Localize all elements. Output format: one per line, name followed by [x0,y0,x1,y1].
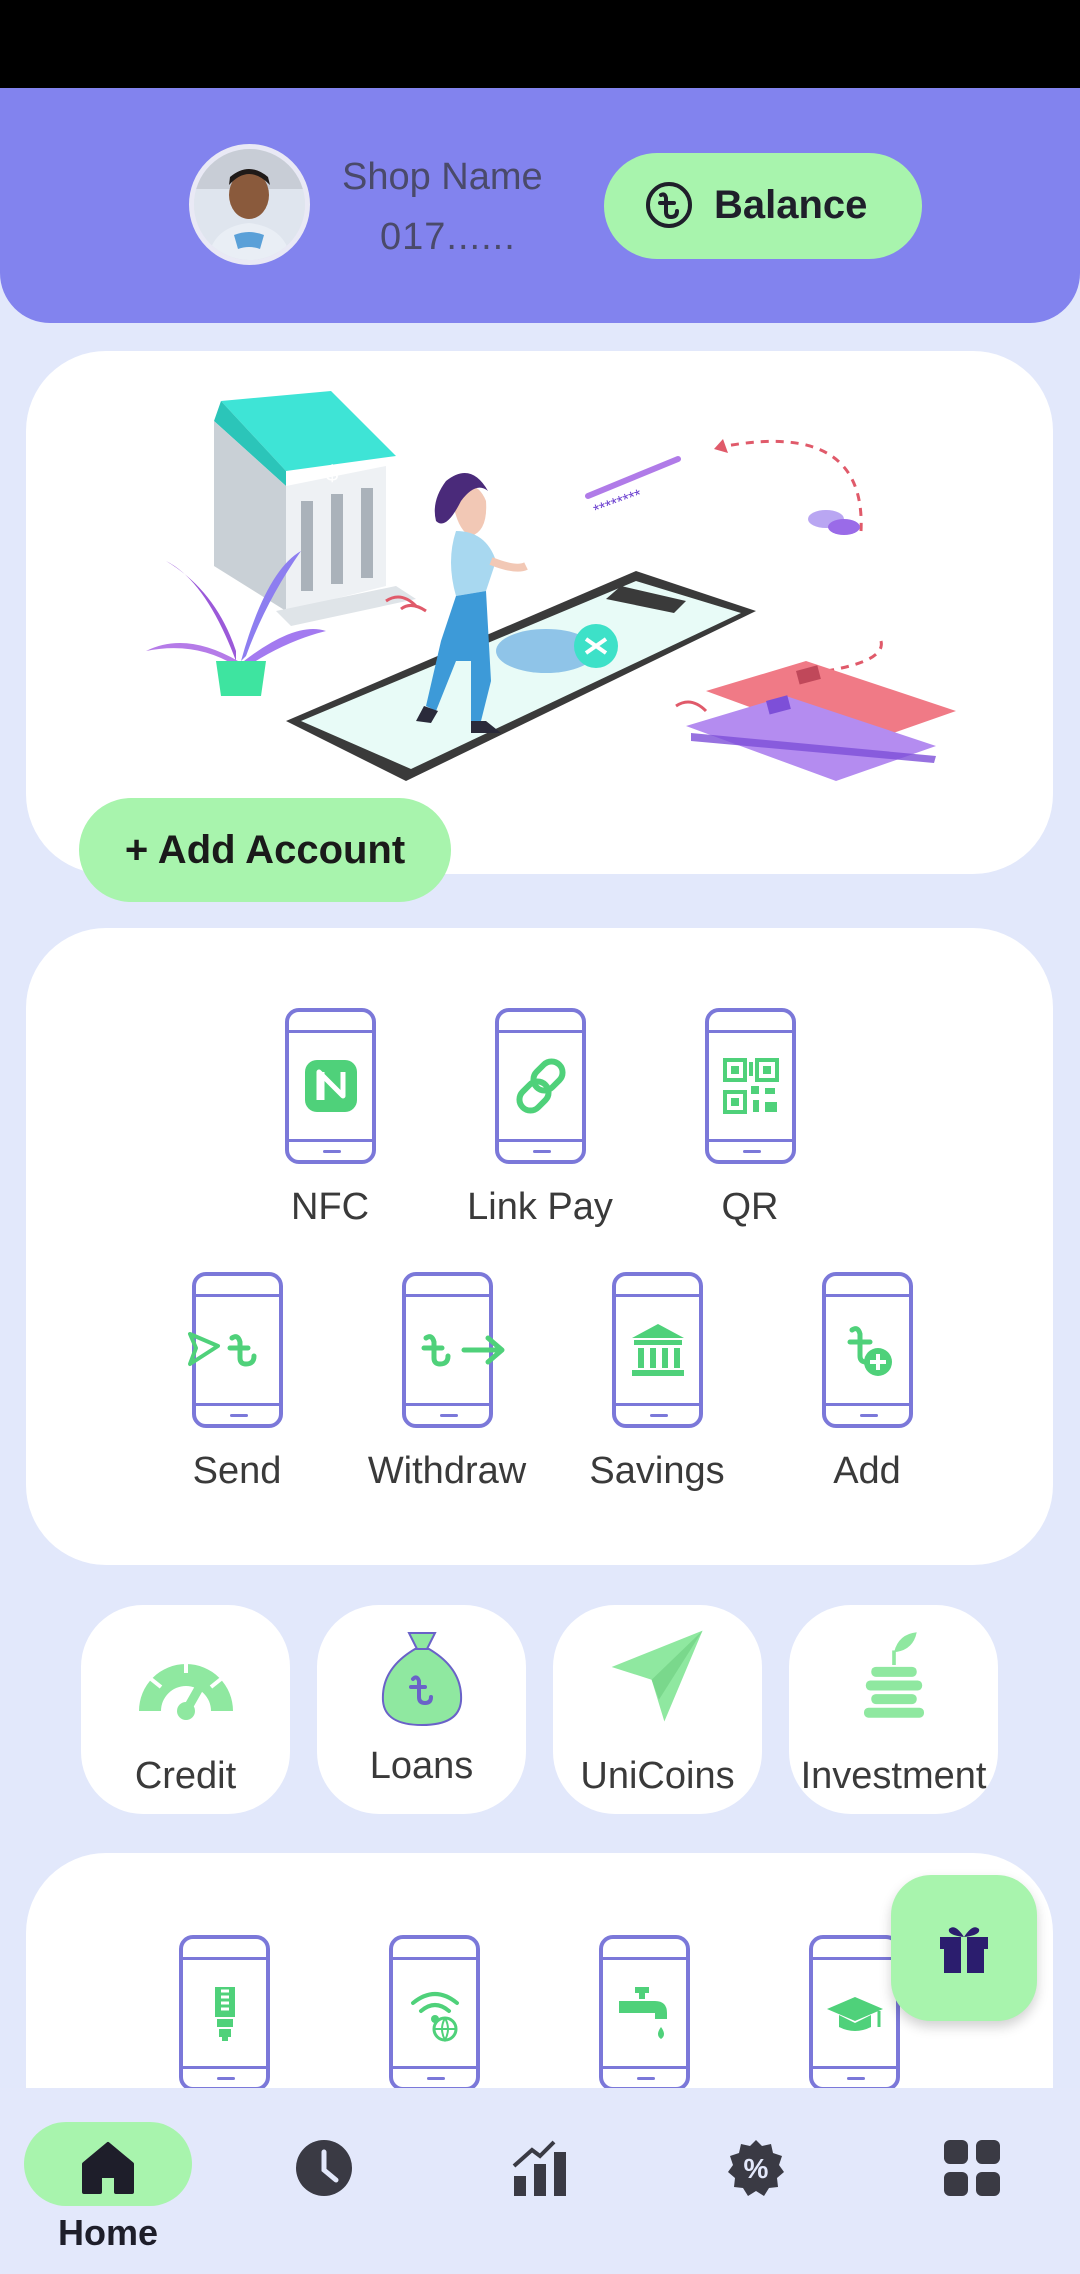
action-label: Add [833,1450,901,1492]
action-label: Withdraw [367,1450,527,1492]
water-tap-icon [618,1987,667,2039]
gift-icon [940,1927,988,1973]
qr-code-icon [722,1058,779,1114]
action-label: Send [192,1450,282,1492]
internet-icon [410,1992,459,2043]
status-bar [0,0,1080,88]
stats-icon [512,2140,566,2196]
add-taka-icon [847,1326,892,1376]
menu-grid-icon [944,2140,1000,2196]
chip-investment[interactable]: Investment [789,1605,998,1814]
paper-plane-icon [611,1630,703,1722]
chip-loans[interactable]: Loans [317,1605,526,1814]
education-icon [826,1997,883,2031]
chip-label: Investment [800,1755,987,1797]
avatar[interactable] [189,144,310,265]
taka-circle-icon [646,182,692,228]
electricity-icon [214,1987,235,2041]
home-icon [82,2142,134,2194]
gauge-icon [138,1661,233,1720]
chip-label: Loans [369,1745,474,1787]
nav-history[interactable] [216,2088,432,2274]
send-taka-icon [187,1332,256,1367]
action-withdraw[interactable]: Withdraw [342,1272,552,1493]
bill-electricity[interactable] [119,1935,329,2091]
banking-illustration: $ ******** [146,391,956,781]
offers-icon: % [728,2140,784,2196]
bank-icon [631,1324,684,1376]
balance-label: Balance [714,183,868,227]
money-bag-icon [381,1632,462,1727]
action-label: NFC [290,1186,370,1228]
nfc-icon [304,1060,357,1112]
action-add[interactable]: Add [762,1272,972,1493]
action-savings[interactable]: Savings [552,1272,762,1493]
shop-name: Shop Name [342,156,543,198]
bill-water[interactable] [539,1935,749,2091]
bill-internet[interactable] [329,1935,539,2091]
add-account-button[interactable]: + Add Account [79,798,451,902]
history-icon [296,2140,352,2196]
action-nfc[interactable]: NFC [225,1008,435,1229]
chip-credit[interactable]: Credit [81,1605,290,1814]
action-label: Link Pay [467,1186,613,1228]
nav-stats[interactable] [432,2088,648,2274]
hero-card: $ ******** + Add Account [26,351,1053,902]
nav-home[interactable]: Home [0,2088,216,2274]
balance-button[interactable]: Balance [604,153,922,259]
link-icon [515,1058,566,1114]
header: Shop Name 017...... Balance [0,88,1080,323]
action-send[interactable]: Send [132,1272,342,1493]
quick-actions-card: NFC Link Pay QR Send Withdraw Savings Ad… [26,928,1053,1565]
action-qr[interactable]: QR [645,1008,855,1229]
svg-text:$: $ [326,461,338,486]
action-link-pay[interactable]: Link Pay [435,1008,645,1229]
svg-text:%: % [744,2153,769,2184]
action-label: Savings [589,1450,725,1492]
nav-menu[interactable] [864,2088,1080,2274]
withdraw-taka-icon [421,1334,504,1367]
nav-home-label: Home [57,2212,159,2253]
action-label: QR [721,1186,779,1228]
plant-coins-icon [863,1632,924,1718]
shop-phone: 017...... [380,216,516,258]
gift-button[interactable] [891,1875,1037,2021]
bottom-navigation: Home % [0,2088,1080,2274]
chip-unicoins[interactable]: UniCoins [553,1605,762,1814]
nav-offers[interactable]: % [648,2088,864,2274]
chip-label: Credit [134,1755,237,1797]
chip-label: UniCoins [580,1755,735,1797]
